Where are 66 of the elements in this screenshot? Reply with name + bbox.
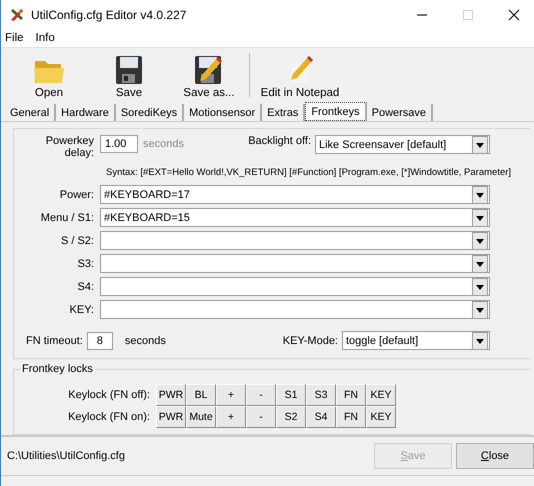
- floppy-pencil-icon: [194, 55, 224, 86]
- field-label: S3:: [76, 258, 94, 270]
- dropdown[interactable]: [100, 300, 490, 320]
- key-button[interactable]: S1: [276, 384, 306, 406]
- toolbar-button[interactable]: Save as...: [169, 55, 249, 100]
- unit-label: seconds: [124, 334, 166, 347]
- caret-icon: [472, 136, 488, 154]
- caret-icon: [472, 278, 488, 296]
- key-button[interactable]: S2: [276, 406, 306, 428]
- app-icon: [9, 6, 25, 23]
- field-label: S4:: [76, 280, 94, 293]
- field-label: Backlight off:: [248, 135, 311, 148]
- field-label: S / S2:: [60, 234, 94, 247]
- key-button[interactable]: +: [216, 406, 246, 428]
- dropdown[interactable]: [100, 277, 490, 296]
- key-button[interactable]: FN: [336, 384, 366, 406]
- syntax-hint: Syntax: [#EXT=Hello World!,VK_RETURN] [#Function] [Program.exe, [*]Windowtitle, Parameter]: [106, 166, 512, 180]
- key-button[interactable]: +: [216, 384, 246, 406]
- dropdown[interactable]: Like Screensaver [default]: [315, 135, 490, 154]
- key-button[interactable]: BL: [186, 384, 216, 406]
- key-button[interactable]: KEY: [366, 384, 396, 406]
- key-button[interactable]: -: [246, 384, 276, 406]
- file-path: C:\Utilities\UtilConfig.cfg: [7, 450, 126, 462]
- key-button[interactable]: PWR: [156, 406, 186, 428]
- field-label: Menu / S1:: [40, 212, 94, 224]
- close-icon[interactable]: [508, 8, 520, 21]
- toolbar-button[interactable]: Save: [89, 55, 169, 100]
- input-field[interactable]: 8: [86, 332, 113, 350]
- caret-icon: [472, 208, 488, 227]
- key-button[interactable]: KEY: [366, 406, 396, 428]
- footer-button: Save: [374, 443, 452, 470]
- key-button[interactable]: PWR: [156, 384, 186, 406]
- dropdown[interactable]: [100, 231, 490, 250]
- key-button[interactable]: S4: [306, 406, 336, 428]
- field-label: Keylock (FN on):: [67, 411, 150, 424]
- key-button[interactable]: Mute: [186, 406, 216, 428]
- group-title: Frontkey locks: [20, 363, 95, 376]
- field-label: KEY:: [68, 304, 94, 316]
- field-label: KEY-Mode:: [282, 334, 338, 347]
- caret-icon: [472, 332, 488, 350]
- caret-icon: [472, 300, 488, 319]
- key-button[interactable]: -: [246, 406, 276, 428]
- dropdown[interactable]: #KEYBOARD=15: [100, 208, 490, 228]
- dropdown[interactable]: #KEYBOARD=17: [100, 185, 490, 204]
- menu-item[interactable]: Info: [36, 32, 55, 44]
- window-title: UtilConfig.cfg Editor v4.0.227: [31, 8, 186, 22]
- dropdown[interactable]: [100, 254, 490, 274]
- footer-button[interactable]: Close: [456, 443, 534, 470]
- toolbar-button[interactable]: Open: [9, 57, 89, 100]
- floppy-icon: [115, 55, 143, 86]
- caret-icon: [472, 232, 488, 250]
- maximize-icon: [462, 8, 474, 21]
- field-label: Power:: [58, 188, 94, 201]
- menu-item[interactable]: File: [5, 32, 24, 44]
- key-button[interactable]: S3: [306, 384, 336, 406]
- unit-label: seconds: [143, 138, 184, 150]
- caret-icon: [472, 186, 488, 204]
- input-field[interactable]: 1.00: [100, 135, 138, 154]
- field-label: Powerkey delay:: [44, 135, 94, 160]
- toolbar-button[interactable]: Edit in Notepad: [252, 55, 348, 100]
- dropdown[interactable]: toggle [default]: [342, 331, 490, 350]
- field-label: FN timeout:: [26, 334, 83, 347]
- caret-icon: [472, 254, 488, 273]
- tab[interactable]: Frontkeys: [305, 102, 367, 122]
- key-button[interactable]: FN: [336, 406, 366, 428]
- field-label: Keylock (FN off):: [67, 389, 150, 402]
